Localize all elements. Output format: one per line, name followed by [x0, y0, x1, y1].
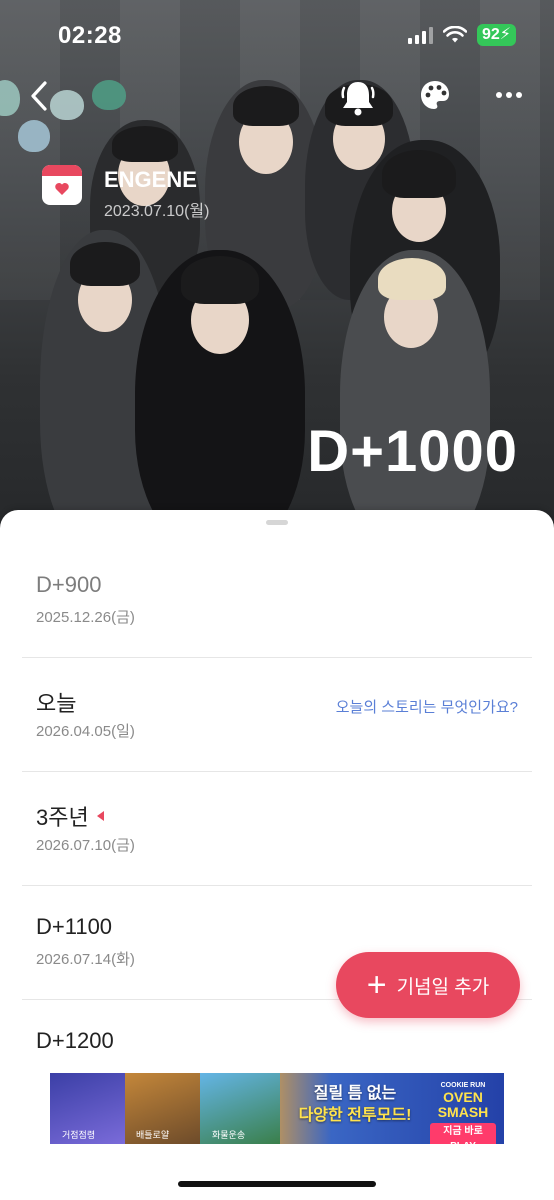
status-time: 02:28: [58, 22, 122, 49]
more-options-button[interactable]: [494, 80, 534, 116]
list-item-title: 3주년: [36, 805, 89, 830]
chevron-left-icon: [31, 81, 47, 111]
palette-icon: [421, 81, 449, 109]
bell-icon: [341, 82, 375, 116]
ad-game-logo: COOKIE RUN OVEN SMASH 지금 바로 PLAY: [430, 1081, 496, 1144]
status-bar: 02:28 92⚡: [0, 0, 554, 60]
list-item-title: 오늘: [36, 691, 77, 716]
back-button[interactable]: [28, 80, 52, 114]
list-item-date: 2026.04.05(일): [36, 723, 135, 740]
list-item-date: 2026.07.10(금): [36, 837, 135, 854]
list-item-title-wrap: 3주년: [36, 800, 104, 832]
sheet-grabber[interactable]: [266, 520, 288, 525]
add-anniversary-button[interactable]: + 기념일 추가: [336, 952, 520, 1018]
dday-counter: D+1000: [307, 419, 518, 484]
ad-play-button[interactable]: 지금 바로 PLAY: [430, 1123, 496, 1144]
list-item-date: 2025.12.26(금): [36, 609, 135, 626]
ad-caption: 배틀로얄: [136, 1130, 170, 1140]
anniversary-marker-icon: [96, 811, 104, 821]
add-anniversary-label: 기념일 추가: [396, 976, 490, 998]
ad-line2: 다양한 전투모드!: [298, 1107, 412, 1124]
list-item-title: D+900: [36, 572, 102, 597]
ad-line1: 질릴 틈 없는: [313, 1085, 397, 1102]
battery-indicator: 92⚡: [476, 24, 516, 46]
ad-caption: 거점점령: [62, 1130, 96, 1140]
home-indicator[interactable]: [178, 1181, 376, 1187]
list-item[interactable]: 3주년 2026.07.10(금): [22, 772, 532, 886]
battery-level: 92: [481, 26, 500, 43]
more-dots-icon: [496, 92, 522, 98]
list-item[interactable]: D+900 2025.12.26(금): [22, 544, 532, 658]
status-icons: 92⚡: [407, 24, 516, 46]
list-item-title: D+1200: [36, 1028, 114, 1053]
anniversary-name: ENGENE: [104, 167, 197, 192]
cellular-signal-icon: [407, 26, 433, 44]
anniversary-header: ENGENE 2023.07.10(월): [42, 165, 209, 221]
wifi-icon: [442, 26, 467, 43]
ad-banner[interactable]: 거점점령 배틀로얄 화물운송 질릴 틈 없는 다양한 전투모드! COOKIE …: [50, 1073, 504, 1144]
list-item-date: 2026.07.14(화): [36, 951, 135, 968]
today-story-link[interactable]: 오늘의 스토리는 무엇인가요?: [336, 696, 518, 717]
plus-icon: +: [366, 966, 387, 1004]
ad-brand: OVEN SMASH: [437, 1089, 489, 1120]
ad-headline: 질릴 틈 없는 다양한 전투모드!: [280, 1083, 430, 1127]
person: [340, 250, 490, 540]
list-item-title: D+1100: [36, 914, 113, 939]
person: [135, 250, 305, 540]
theme-button[interactable]: [418, 78, 458, 118]
ad-caption: 화물운송: [212, 1130, 246, 1140]
list-item-today[interactable]: 오늘 2026.04.05(일) 오늘의 스토리는 무엇인가요?: [22, 658, 532, 772]
anniversary-start-date: 2023.07.10(월): [104, 203, 210, 220]
calendar-heart-icon: [42, 165, 82, 205]
notification-button[interactable]: [340, 78, 380, 118]
charging-bolt-icon: ⚡: [499, 26, 511, 43]
